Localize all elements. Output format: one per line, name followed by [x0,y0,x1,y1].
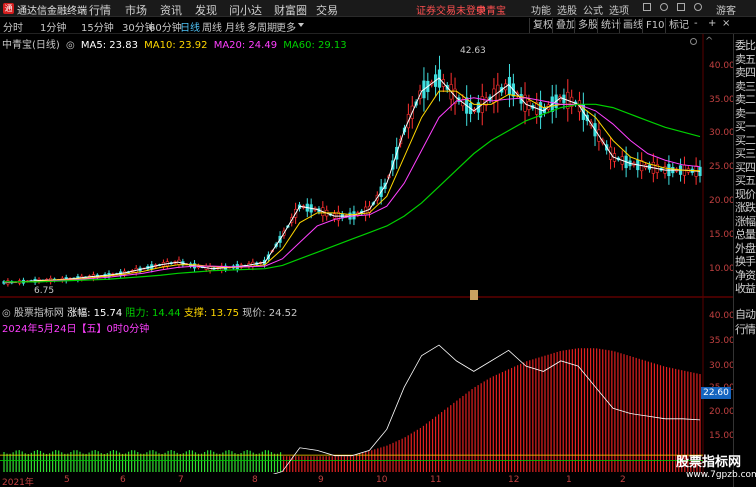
menu-guest[interactable]: 游客 [716,2,736,17]
f10-button[interactable]: F10 [642,18,667,33]
search-icon[interactable] [660,3,668,11]
support-value: 支撑: 13.75 [183,308,240,319]
indicator-axis-label: 30.00 [709,361,735,371]
price-axis-label: 20.00 [709,196,735,206]
x-axis-label: 12 [508,475,520,485]
ma-line-ma5 [3,77,701,284]
x-axis-label: 6 [120,475,126,485]
menu-discover[interactable]: 发现 [195,2,217,18]
menu-function[interactable]: 功能 [531,2,551,17]
x-axis-label: 2 [620,475,626,485]
mark-button[interactable]: 标记 [665,18,692,33]
low-marker: 6.75 [34,286,55,296]
price-axis-label: 35.00 [709,95,735,105]
period-weekly[interactable]: 周线 [202,19,222,34]
minimize-button[interactable]: - [694,18,698,29]
kline-chart[interactable] [0,34,733,474]
gap-value: 涨幅: 15.74 [67,308,123,319]
x-axis-label: 1 [566,475,572,485]
ma-line-ma10 [3,90,701,284]
price-axis-label: 40.00 [709,61,735,71]
indicator-axis-label: 35.00 [709,336,735,346]
period-multi[interactable]: 多周期 [247,19,277,34]
resistance-value: 阻力: 14.44 [125,308,181,319]
period-more[interactable]: 更多 [276,19,296,34]
x-axis-label: 7 [178,475,184,485]
ma-lines [3,77,701,284]
quote-panel-bottom-item[interactable]: 行情 [735,321,756,337]
indicator-settings-icon[interactable]: ◎ [2,308,11,319]
indicator-legend: ◎ 股票指标网 涨幅: 15.74 阻力: 14.44 支撑: 13.75 现价… [2,304,297,319]
price-axis-label: 30.00 [709,128,735,138]
indicator-date: 2024年5月24日【五】0时0分钟 [2,324,150,335]
x-axis-label: 10 [376,475,388,485]
price-axis-label: 15.00 [709,230,735,240]
menu-news[interactable]: 资讯 [160,2,182,18]
period-15min[interactable]: 15分钟 [81,19,114,34]
watermark-title: 股票指标网 [676,455,742,470]
indicator-lines [0,344,703,474]
app-title: 通达信金融终端 [17,6,87,17]
maximize-button[interactable]: + [708,18,716,29]
app-logo-icon: 通 [3,3,14,14]
indicator-axis-label: 15.00 [709,431,735,441]
period-minute[interactable]: 分时 [3,19,23,34]
mail-icon[interactable] [677,3,685,11]
indicator-axis-label: 20.00 [709,407,735,417]
indicator-axis-label: 40.00 [709,311,735,321]
indicator-name: 股票指标网 [13,308,64,319]
x-axis-label: 9 [318,475,324,485]
quote-panel-bottom-item[interactable]: 自动 [735,306,756,322]
x-axis-label: 2021年 [2,478,34,487]
settings-icon[interactable] [643,3,651,11]
user-icon[interactable] [694,3,702,11]
current-value-box: 22.60 [701,387,731,399]
close-button[interactable]: × [722,18,730,29]
menu-formula[interactable]: 公式 [583,2,603,17]
period-monthly[interactable]: 月线 [225,19,245,34]
period-daily[interactable]: 日线 [180,19,200,34]
menu-ask[interactable]: 问小达 [229,2,262,18]
price-axis-label: 10.00 [709,264,735,274]
high-marker: 42.63 [460,46,486,56]
price-value: 现价: 24.52 [242,308,298,319]
menu-market[interactable]: 市场 [125,2,147,18]
x-axis-label: 11 [430,475,442,485]
period-1min[interactable]: 1分钟 [40,19,66,34]
quote-panel-item[interactable]: 收益 [735,280,756,296]
brand-label: 中青宝 [476,6,506,17]
menu-quotes[interactable]: 行情 [89,2,111,18]
indicator-price-line [272,344,701,474]
period-60min[interactable]: 60分钟 [149,19,182,34]
x-axis-label: 8 [252,475,258,485]
indicator-bars [3,348,701,472]
price-axis-label: 25.00 [709,162,735,172]
x-axis-label: 5 [64,475,70,485]
chevron-down-icon[interactable] [298,23,304,27]
event-marker-icon[interactable] [470,290,478,300]
menu-wealth[interactable]: 财富圈 [274,2,307,18]
candlesticks [2,55,702,287]
menu-options[interactable]: 选项 [609,2,629,17]
watermark-url: www.7gpzb.com [686,470,756,480]
menu-trade[interactable]: 交易 [316,2,338,18]
menu-select[interactable]: 选股 [557,2,577,17]
